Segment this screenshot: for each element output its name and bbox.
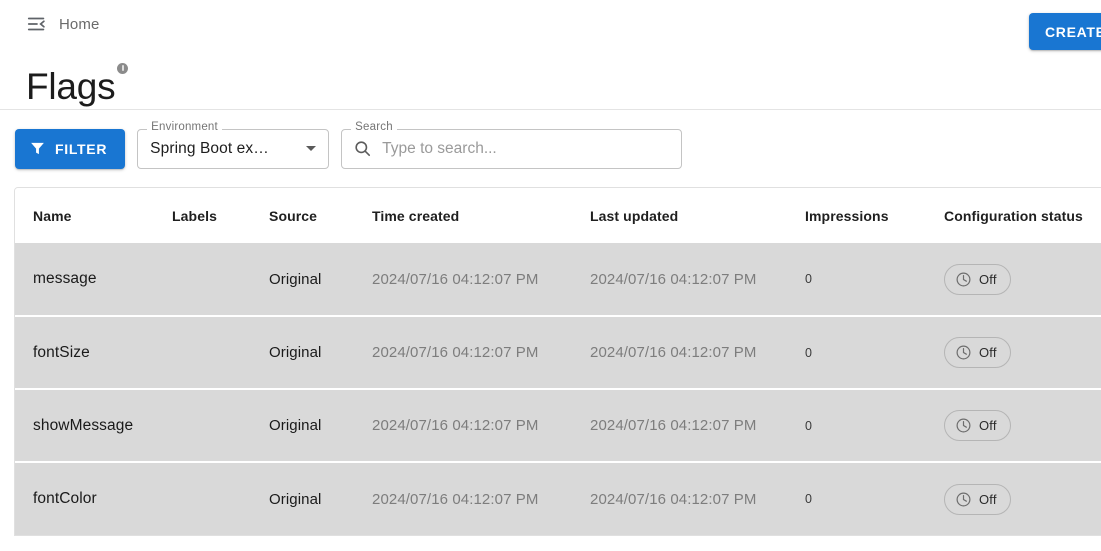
- clock-icon: [955, 491, 972, 508]
- cell-flag-name[interactable]: message: [15, 243, 154, 316]
- table-row[interactable]: fontSize Original 2024/07/16 04:12:07 PM…: [15, 316, 1101, 389]
- table-header: Name Labels Source Time created Last upd…: [15, 188, 1101, 243]
- column-header-source[interactable]: Source: [251, 188, 354, 243]
- cell-source: Original: [269, 270, 322, 288]
- cell-flag-name[interactable]: fontSize: [15, 316, 154, 389]
- cell-last-updated: 2024/07/16 04:12:07 PM: [590, 417, 757, 434]
- cell-config-status: Off: [926, 389, 1101, 462]
- top-bar: Home Flags CREATE: [0, 0, 1101, 110]
- cell-impressions: 0: [805, 272, 812, 286]
- status-chip[interactable]: Off: [944, 337, 1011, 368]
- cell-source: Original: [269, 490, 322, 508]
- cell-last-updated: 2024/07/16 04:12:07 PM: [590, 270, 757, 288]
- cell-time-created: 2024/07/16 04:12:07 PM: [372, 344, 539, 361]
- chevron-down-icon: [306, 146, 317, 151]
- funnel-icon: [29, 140, 46, 157]
- table-row[interactable]: fontColor Original 2024/07/16 04:12:07 P…: [15, 462, 1101, 535]
- table-row[interactable]: showMessage Original 2024/07/16 04:12:07…: [15, 389, 1101, 462]
- status-chip-label: Off: [979, 345, 997, 360]
- cell-config-status: Off: [926, 243, 1101, 316]
- table-row[interactable]: message Original 2024/07/16 04:12:07 PM …: [15, 243, 1101, 316]
- cell-time-created: 2024/07/16 04:12:07 PM: [372, 270, 539, 288]
- cell-impressions: 0: [805, 345, 812, 360]
- search-input[interactable]: [382, 139, 670, 158]
- column-header-name[interactable]: Name: [15, 188, 154, 243]
- breadcrumb: Home: [0, 0, 1101, 35]
- cell-time-created: 2024/07/16 04:12:07 PM: [372, 417, 539, 434]
- status-chip-label: Off: [979, 271, 997, 287]
- clock-icon: [955, 271, 972, 288]
- cell-config-status: Off: [926, 316, 1101, 389]
- column-header-time-created[interactable]: Time created: [354, 188, 572, 243]
- flags-table: Name Labels Source Time created Last upd…: [15, 188, 1101, 535]
- cell-impressions: 0: [805, 418, 812, 433]
- environment-select-label: Environment: [147, 121, 222, 133]
- column-header-labels[interactable]: Labels: [154, 188, 251, 243]
- column-header-last-updated[interactable]: Last updated: [572, 188, 787, 243]
- info-badge-icon[interactable]: [117, 63, 129, 74]
- column-header-config-status[interactable]: Configuration status: [926, 188, 1101, 243]
- column-header-impressions[interactable]: Impressions: [787, 188, 926, 243]
- environment-select-value: Spring Boot ex…: [150, 139, 269, 157]
- cell-config-status: Off: [926, 462, 1101, 535]
- status-chip-label: Off: [979, 418, 997, 433]
- filters-toolbar: FILTER Environment Spring Boot ex… Searc…: [0, 110, 1101, 187]
- search-field[interactable]: Search: [341, 121, 683, 169]
- cell-time-created: 2024/07/16 04:12:07 PM: [372, 490, 539, 508]
- cell-labels: [154, 389, 251, 462]
- table-body: message Original 2024/07/16 04:12:07 PM …: [15, 243, 1101, 535]
- cell-last-updated: 2024/07/16 04:12:07 PM: [590, 490, 757, 508]
- create-button[interactable]: CREATE: [1029, 13, 1101, 50]
- cell-last-updated: 2024/07/16 04:12:07 PM: [590, 344, 757, 361]
- cell-labels: [154, 243, 251, 316]
- menu-collapse-icon[interactable]: [26, 13, 48, 35]
- filter-button[interactable]: FILTER: [15, 128, 126, 169]
- status-chip[interactable]: Off: [944, 410, 1011, 441]
- cell-source: Original: [269, 344, 322, 361]
- clock-icon: [955, 344, 972, 361]
- table-header-row: Name Labels Source Time created Last upd…: [15, 188, 1101, 243]
- cell-flag-name[interactable]: showMessage: [15, 389, 154, 462]
- search-icon: [353, 139, 372, 158]
- environment-select[interactable]: Environment Spring Boot ex…: [137, 121, 330, 169]
- search-field-label: Search: [351, 121, 397, 133]
- page-title: Flags: [26, 65, 116, 107]
- cell-source: Original: [269, 417, 322, 434]
- cell-flag-name[interactable]: fontColor: [15, 462, 154, 535]
- flags-table-card: Name Labels Source Time created Last upd…: [14, 187, 1101, 536]
- filter-button-label: FILTER: [55, 140, 108, 157]
- cell-labels: [154, 462, 251, 535]
- cell-labels: [154, 316, 251, 389]
- breadcrumb-item-home[interactable]: Home: [59, 16, 99, 33]
- cell-impressions: 0: [805, 492, 812, 506]
- status-chip[interactable]: Off: [944, 263, 1011, 295]
- status-chip[interactable]: Off: [944, 483, 1011, 515]
- clock-icon: [955, 417, 972, 434]
- status-chip-label: Off: [979, 491, 997, 507]
